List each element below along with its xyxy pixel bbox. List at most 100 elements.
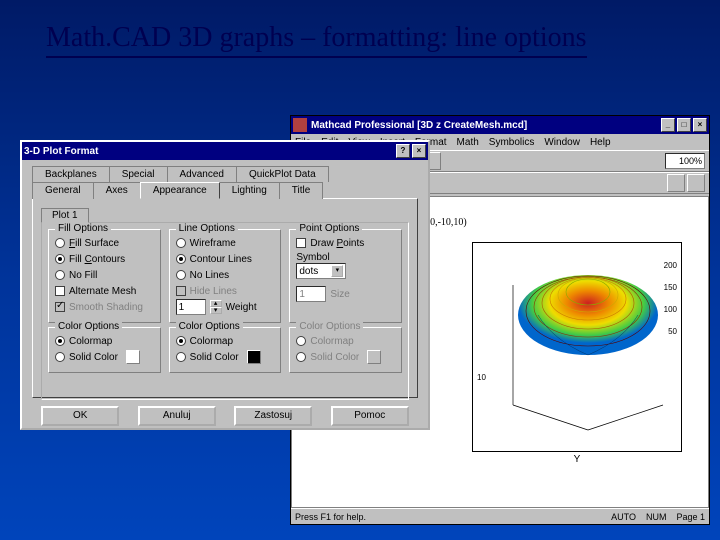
symbol-label: Symbol — [296, 252, 395, 263]
radio-point-colormap — [296, 336, 306, 346]
weight-input[interactable] — [176, 299, 206, 315]
menu-math[interactable]: Math — [457, 137, 479, 148]
radio-contour-lines[interactable] — [176, 254, 186, 264]
status-page: Page 1 — [676, 512, 705, 522]
subtab-plot1[interactable]: Plot 1 — [41, 208, 89, 223]
size-input — [296, 286, 326, 302]
label-alt-mesh: Alternate Mesh — [69, 286, 136, 297]
help-button[interactable]: Pomoc — [331, 406, 409, 426]
ok-button[interactable]: OK — [41, 406, 119, 426]
menu-help[interactable]: Help — [590, 137, 611, 148]
menu-symbolics[interactable]: Symbolics — [489, 137, 535, 148]
label-hide-lines: Hide Lines — [190, 286, 237, 297]
radio-fill-solid[interactable] — [55, 352, 65, 362]
label-line-colormap: Colormap — [190, 336, 233, 347]
radio-no-fill[interactable] — [55, 270, 65, 280]
weight-spin-up[interactable]: ▴ — [210, 300, 222, 307]
tool-list[interactable] — [687, 174, 705, 192]
tab-appearance[interactable]: Appearance — [140, 182, 220, 199]
dialog-button-row: OK Anuluj Zastosuj Pomoc — [22, 402, 428, 430]
point-legend: Point Options — [296, 223, 362, 234]
tab-quickplot[interactable]: QuickPlot Data — [236, 166, 329, 182]
fill-legend: Fill Options — [55, 223, 111, 234]
point-color-legend: Color Options — [296, 321, 363, 332]
zoom-field[interactable]: 100% — [665, 153, 705, 169]
plot-format-dialog: 3-D Plot Format ? × Backplanes Special A… — [20, 140, 430, 430]
tool-align[interactable] — [667, 174, 685, 192]
slide-title: Math.CAD 3D graphs – formatting: line op… — [46, 22, 587, 58]
tab-special[interactable]: Special — [109, 166, 168, 182]
axis-label-y: Y — [574, 454, 581, 465]
label-fill-colormap: Colormap — [69, 336, 112, 347]
status-mode: AUTO — [611, 512, 636, 522]
tab-general[interactable]: General — [32, 182, 94, 199]
app-icon — [293, 118, 307, 132]
line-options-group: Line Options Wireframe Contour Lines No … — [169, 229, 282, 323]
radio-fill-contours[interactable] — [55, 254, 65, 264]
surface-graphic — [493, 255, 673, 445]
fill-color-legend: Color Options — [55, 321, 122, 332]
check-draw-points[interactable] — [296, 238, 306, 248]
label-wireframe: Wireframe — [190, 238, 236, 249]
radio-point-solid — [296, 352, 306, 362]
check-hide-lines — [176, 286, 186, 296]
tab-row-2: General Axes Appearance Lighting Title — [32, 182, 418, 199]
3d-plot[interactable]: 200 150 100 50 10 Y — [472, 242, 682, 452]
line-color-group: Color Options Colormap Solid Color — [169, 327, 282, 373]
label-smooth-shading: Smooth Shading — [69, 302, 143, 313]
dialog-title: 3-D Plot Format — [24, 146, 98, 157]
check-alt-mesh[interactable] — [55, 286, 65, 296]
tab-lighting[interactable]: Lighting — [219, 182, 280, 199]
label-line-solid: Solid Color — [190, 352, 239, 363]
appearance-panel: Plot 1 Fill Options Fill Surface Fill Co… — [32, 198, 418, 398]
radio-no-lines[interactable] — [176, 270, 186, 280]
label-fill-solid: Solid Color — [69, 352, 118, 363]
maximize-button[interactable]: □ — [677, 118, 691, 132]
label-point-solid: Solid Color — [310, 352, 359, 363]
tab-backplanes[interactable]: Backplanes — [32, 166, 110, 182]
dialog-close-button[interactable]: × — [412, 144, 426, 158]
weight-spin-down[interactable]: ▾ — [210, 307, 222, 314]
symbol-value: dots — [299, 266, 318, 277]
radio-wireframe[interactable] — [176, 238, 186, 248]
radio-line-colormap[interactable] — [176, 336, 186, 346]
tab-title[interactable]: Title — [279, 182, 324, 199]
label-no-lines: No Lines — [190, 270, 229, 281]
tick-100: 100 — [664, 305, 677, 314]
tick-150: 150 — [664, 283, 677, 292]
fill-options-group: Fill Options Fill Surface Fill Contours … — [48, 229, 161, 323]
cancel-button[interactable]: Anuluj — [138, 406, 216, 426]
radio-fill-colormap[interactable] — [55, 336, 65, 346]
line-color-swatch[interactable] — [247, 350, 261, 364]
tick-200: 200 — [664, 261, 677, 270]
radio-line-solid[interactable] — [176, 352, 186, 362]
symbol-select[interactable]: dots ▾ — [296, 263, 346, 279]
point-options-group: Point Options Draw Points Symbol dots ▾ … — [289, 229, 402, 323]
line-legend: Line Options — [176, 223, 238, 234]
fill-color-group: Color Options Colormap Solid Color — [48, 327, 161, 373]
statusbar: Press F1 for help. AUTO NUM Page 1 — [291, 508, 709, 524]
size-label: Size — [330, 289, 349, 300]
symbol-dropdown-arrow[interactable]: ▾ — [331, 265, 343, 277]
label-contour-lines: Contour Lines — [190, 254, 252, 265]
menu-window[interactable]: Window — [544, 137, 580, 148]
status-hint: Press F1 for help. — [295, 512, 366, 522]
radio-fill-surface[interactable] — [55, 238, 65, 248]
weight-label: Weight — [226, 302, 257, 313]
dialog-help-button[interactable]: ? — [396, 144, 410, 158]
minimize-button[interactable]: _ — [661, 118, 675, 132]
dialog-titlebar: 3-D Plot Format ? × — [22, 142, 428, 160]
tab-axes[interactable]: Axes — [93, 182, 141, 199]
status-num: NUM — [646, 512, 667, 522]
app-title: Mathcad Professional [3D z CreateMesh.mc… — [311, 120, 527, 131]
line-color-legend: Color Options — [176, 321, 243, 332]
tab-advanced[interactable]: Advanced — [167, 166, 237, 182]
tick-10: 10 — [477, 373, 486, 382]
check-smooth-shading — [55, 302, 65, 312]
apply-button[interactable]: Zastosuj — [234, 406, 312, 426]
tab-row-1: Backplanes Special Advanced QuickPlot Da… — [32, 166, 418, 182]
fill-color-swatch[interactable] — [126, 350, 140, 364]
label-fill-contours: Fill Contours — [69, 254, 125, 265]
close-button[interactable]: × — [693, 118, 707, 132]
label-fill-surface: Fill Surface — [69, 238, 119, 249]
